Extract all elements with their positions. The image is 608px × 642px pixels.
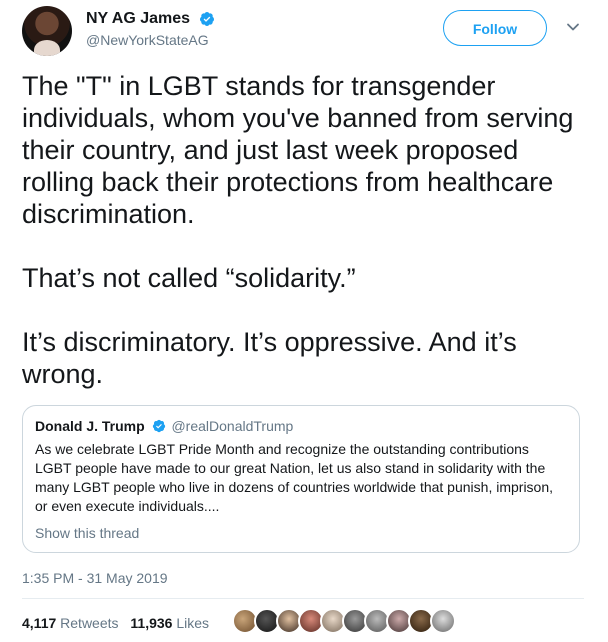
- avatar[interactable]: [22, 6, 72, 56]
- verified-icon: [199, 12, 214, 26]
- user-name[interactable]: NY AG James: [86, 10, 190, 28]
- chevron-down-icon[interactable]: [566, 20, 580, 34]
- divider: [22, 598, 584, 599]
- tweet-stats: 4,117 Retweets 11,936 Likes: [22, 615, 217, 631]
- quoted-user-handle: @realDonaldTrump: [171, 418, 294, 434]
- tweet-timestamp[interactable]: 1:35 PM - 31 May 2019: [22, 570, 168, 586]
- quoted-tweet-text: As we celebrate LGBT Pride Month and rec…: [35, 441, 554, 514]
- verified-icon: [152, 419, 165, 433]
- retweets-stat[interactable]: 4,117 Retweets: [22, 615, 119, 631]
- user-info: NY AG James @NewYorkStateAG: [86, 10, 215, 48]
- retweets-count: 4,117: [22, 615, 57, 631]
- likes-stat[interactable]: 11,936 Likes: [130, 615, 209, 631]
- liker-avatar[interactable]: [430, 608, 456, 634]
- likes-count: 11,936: [130, 615, 173, 631]
- retweets-label: Retweets: [60, 615, 119, 631]
- user-handle[interactable]: @NewYorkStateAG: [86, 32, 215, 48]
- tweet-text: The "T" in LGBT stands for transgender i…: [22, 71, 574, 389]
- follow-button[interactable]: Follow: [443, 10, 547, 46]
- tweet-header: NY AG James @NewYorkStateAG Follow: [22, 6, 592, 56]
- quoted-user-name: Donald J. Trump: [35, 418, 145, 434]
- quoted-tweet-header: Donald J. Trump @realDonaldTrump: [35, 418, 565, 434]
- likes-label: Likes: [176, 615, 210, 631]
- show-thread-link[interactable]: Show this thread: [35, 525, 565, 541]
- quoted-tweet[interactable]: Donald J. Trump @realDonaldTrump As we c…: [22, 405, 580, 553]
